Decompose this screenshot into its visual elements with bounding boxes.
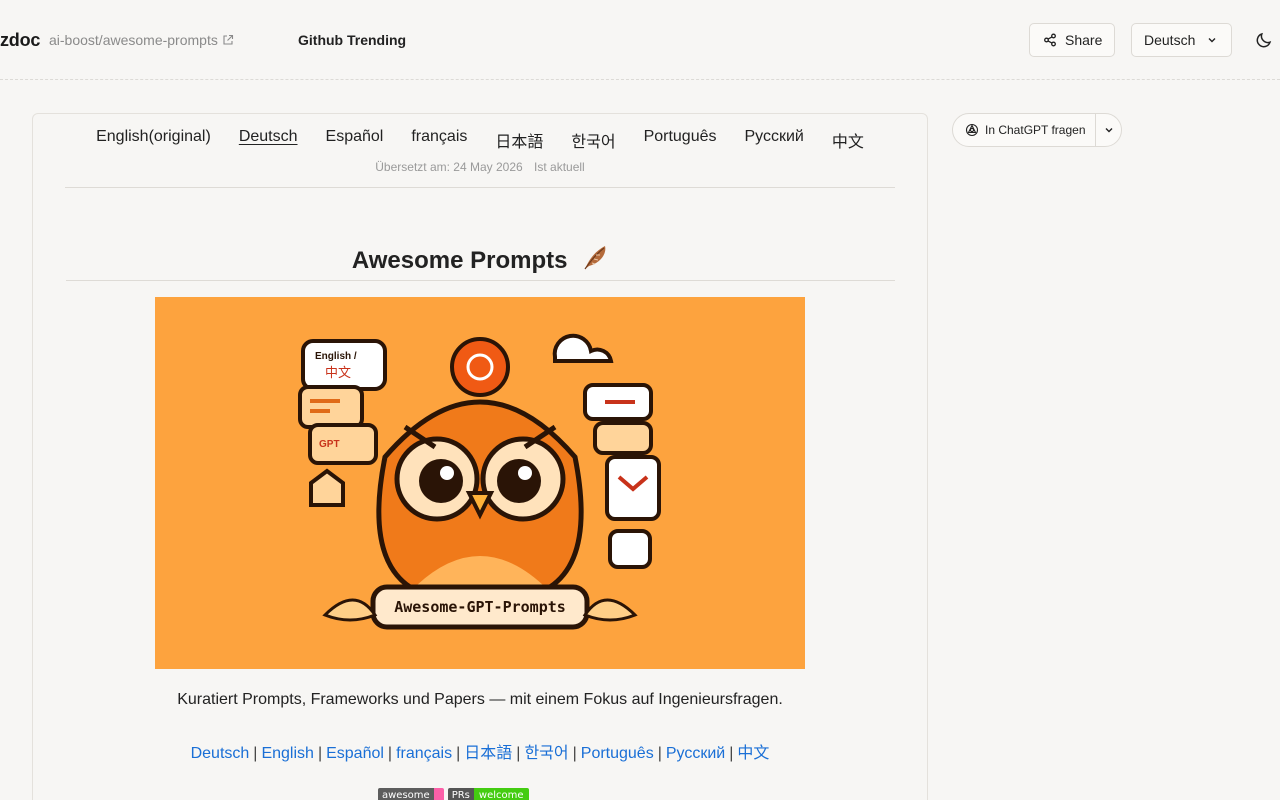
hero-bubble-chinese: 中文 xyxy=(325,366,351,381)
chevron-down-icon xyxy=(1208,38,1216,43)
separator: | xyxy=(456,745,461,762)
page-title-text: Awesome Prompts xyxy=(351,247,568,274)
ask-chatgpt-button[interactable]: In ChatGPT fragen xyxy=(953,114,1095,146)
translation-up-to-date: Ist aktuell xyxy=(534,160,585,174)
divider xyxy=(66,280,895,281)
brand-logo[interactable]: zdoc xyxy=(0,30,40,51)
owl-illustration: English / 中文 GPT Awesome-GPT-Prompts xyxy=(298,333,661,630)
share-icon xyxy=(1044,33,1056,47)
lang-tab-portugues[interactable]: Português xyxy=(644,128,717,152)
prs-welcome-badge[interactable]: PRs welcome xyxy=(447,788,529,800)
ask-chatgpt-label: In ChatGPT fragen xyxy=(985,123,1086,137)
separator: | xyxy=(387,745,393,762)
hero-gpt-label: GPT xyxy=(319,439,340,450)
external-link-icon xyxy=(223,34,233,45)
hero-image: English / 中文 GPT Awesome-GPT-Prompts xyxy=(155,297,805,669)
openai-icon xyxy=(965,123,979,137)
top-bar: zdoc ai-boost/awesome-prompts Github Tre… xyxy=(0,0,1280,80)
separator: | xyxy=(572,745,577,762)
lang-tab-deutsch[interactable]: Deutsch xyxy=(239,128,298,152)
divider xyxy=(65,187,895,188)
hero-bubble-english: English / xyxy=(315,351,357,362)
ask-chatgpt-button-group: In ChatGPT fragen xyxy=(952,113,1122,147)
description: Kuratiert Prompts, Frameworks und Papers… xyxy=(177,691,783,708)
link-korean[interactable]: 한국어 xyxy=(524,745,568,762)
lang-tab-english[interactable]: English(original) xyxy=(96,128,211,152)
link-english[interactable]: English xyxy=(261,745,313,762)
repo-link[interactable]: ai-boost/awesome-prompts xyxy=(49,32,234,48)
separator: | xyxy=(317,745,323,762)
lang-tab-espanol[interactable]: Español xyxy=(326,128,384,152)
awesome-badge[interactable]: awesome xyxy=(378,788,444,800)
hero-banner-text: Awesome-GPT-Prompts xyxy=(394,598,566,616)
link-chinese[interactable]: 中文 xyxy=(737,745,769,762)
lang-tab-russian[interactable]: Русский xyxy=(745,128,804,152)
repo-link-label: ai-boost/awesome-prompts xyxy=(49,32,218,48)
separator: | xyxy=(253,745,258,762)
document-card: English(original) Deutsch Español frança… xyxy=(32,113,928,800)
translation-language-bar: English(original) Deutsch Español frança… xyxy=(33,128,927,152)
language-select-label: Deutsch xyxy=(1144,32,1196,48)
moon-icon[interactable] xyxy=(1255,31,1273,49)
link-japanese[interactable]: 日本語 xyxy=(464,745,512,762)
link-russian[interactable]: Русский xyxy=(666,745,725,762)
ask-chatgpt-dropdown[interactable] xyxy=(1096,114,1121,146)
link-espanol[interactable]: Español xyxy=(326,745,384,762)
link-portugues[interactable]: Português xyxy=(581,745,654,762)
separator: | xyxy=(657,745,662,762)
nav-github-trending[interactable]: Github Trending xyxy=(298,32,406,48)
separator: | xyxy=(516,745,521,762)
separator: | xyxy=(729,745,734,762)
link-francais[interactable]: français xyxy=(396,745,452,762)
translation-status: Übersetzt am: 24 May 2026 Ist aktuell xyxy=(33,160,927,174)
lang-tab-japanese[interactable]: 日本語 xyxy=(495,128,543,152)
share-button[interactable]: Share xyxy=(1029,23,1115,57)
translated-date: Übersetzt am: 24 May 2026 xyxy=(375,160,523,174)
prs-badge-left: PRs xyxy=(447,788,474,800)
language-select[interactable]: Deutsch xyxy=(1131,23,1232,57)
lang-tab-korean[interactable]: 한국어 xyxy=(571,128,615,152)
lang-tab-francais[interactable]: français xyxy=(411,128,467,152)
prs-badge-right: welcome xyxy=(473,788,529,800)
awesome-badge-right xyxy=(433,788,444,800)
awesome-badge-left: awesome xyxy=(378,788,434,800)
lang-tab-chinese[interactable]: 中文 xyxy=(832,128,864,152)
chevron-down-icon xyxy=(1105,128,1112,133)
page-title: Awesome Prompts xyxy=(66,242,896,275)
language-links: Deutsch | English | Español | français | 日本語 | 한국어… xyxy=(33,739,927,763)
badge-row: awesome PRs welcome xyxy=(378,788,529,800)
link-deutsch[interactable]: Deutsch xyxy=(191,745,250,762)
feather-icon xyxy=(584,246,606,270)
share-button-label: Share xyxy=(1065,32,1103,48)
